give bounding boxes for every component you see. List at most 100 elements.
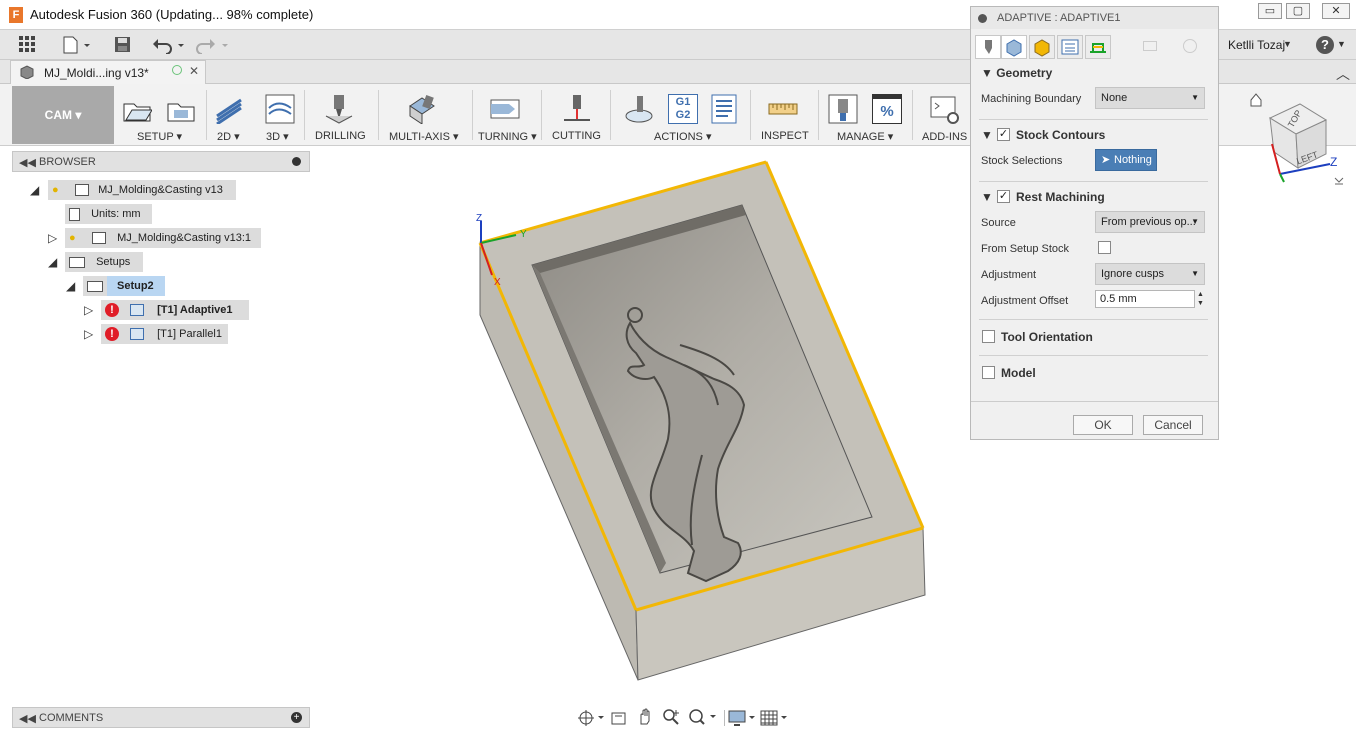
machining-boundary-select[interactable]: None ▼	[1095, 87, 1205, 109]
adjustment-offset-input[interactable]: 0.5 mm	[1095, 290, 1195, 308]
tree-node-operation[interactable]: ! [T1] Adaptive1	[101, 300, 249, 320]
stock-selections-button[interactable]: ➤ Nothing	[1095, 149, 1157, 171]
rest-machining-section-header[interactable]: ▼	[981, 190, 993, 204]
multi-axis-group-label[interactable]: MULTI-AXIS ▾	[389, 130, 459, 143]
user-menu-chevron-icon[interactable]: ▼	[1283, 39, 1292, 49]
multi-axis-icon[interactable]	[406, 94, 436, 124]
user-name[interactable]: Ketlli Tozaj	[1228, 38, 1285, 52]
tool-library-icon[interactable]	[828, 94, 858, 124]
3d-toolpath-icon[interactable]	[265, 94, 295, 124]
templates-icon[interactable]: %	[872, 94, 902, 124]
model-viewport[interactable]: Z Y X	[470, 155, 940, 685]
stock-contours-section-header[interactable]: ▼	[981, 128, 993, 142]
tree-node-units[interactable]: Units: mm	[65, 204, 152, 224]
add-ins-icon[interactable]	[930, 94, 960, 124]
fit-view-icon[interactable]	[688, 708, 718, 726]
drilling-icon[interactable]	[324, 94, 354, 124]
simulate-icon[interactable]	[624, 94, 654, 124]
model-checkbox[interactable]	[982, 366, 995, 379]
tool-orientation-section-header[interactable]: Tool Orientation	[1001, 330, 1093, 344]
tool-orientation-checkbox[interactable]	[982, 330, 995, 343]
orbit-icon[interactable]	[578, 710, 606, 726]
tab-heights-icon[interactable]	[1029, 35, 1055, 59]
model-section-header[interactable]: Model	[1001, 366, 1036, 380]
expand-toggle-icon[interactable]: ◢	[66, 279, 75, 293]
lightbulb-icon[interactable]: ●	[52, 180, 64, 200]
adjustment-select[interactable]: Ignore cusps ▼	[1095, 263, 1205, 285]
geometry-section-header[interactable]: ▼ Geometry	[981, 66, 1052, 80]
2d-toolpath-icon[interactable]	[215, 94, 245, 124]
source-select[interactable]: From previous op... ▼	[1095, 211, 1205, 233]
actions-group-label[interactable]: ACTIONS ▾	[654, 130, 711, 143]
cutting-group-label[interactable]: CUTTING	[552, 130, 601, 142]
rest-machining-checkbox[interactable]: ✓	[997, 190, 1010, 203]
file-menu-icon[interactable]	[62, 36, 92, 54]
apps-grid-icon[interactable]	[19, 36, 37, 54]
browser-options-icon[interactable]	[292, 157, 301, 166]
expand-toggle-icon[interactable]: ▷	[84, 303, 93, 317]
ok-button[interactable]: OK	[1073, 415, 1133, 435]
dialog-options-icon[interactable]	[978, 14, 987, 23]
expand-toggle-icon[interactable]: ▷	[48, 231, 57, 245]
lightbulb-icon[interactable]: ●	[69, 228, 81, 248]
zoom-icon[interactable]	[662, 708, 680, 726]
save-icon[interactable]	[114, 36, 132, 54]
comments-panel-header[interactable]: ◀◀ COMMENTS +	[12, 707, 310, 728]
setup-group-label[interactable]: SETUP ▾	[137, 130, 182, 143]
2d-group-label[interactable]: 2D ▾	[217, 130, 240, 143]
collapse-comments-icon[interactable]: ◀◀	[19, 712, 36, 725]
tree-node-setups[interactable]: Setups	[65, 252, 143, 272]
cancel-button[interactable]: Cancel	[1143, 415, 1203, 435]
home-view-icon[interactable]	[1250, 93, 1262, 107]
post-process-icon[interactable]: G1 G2	[668, 94, 698, 124]
tab-passes-icon[interactable]	[1057, 35, 1083, 59]
setup-folder-icon[interactable]	[166, 94, 196, 124]
pan-hand-icon[interactable]	[636, 708, 654, 726]
3d-group-label[interactable]: 3D ▾	[266, 130, 289, 143]
tab-close-icon[interactable]: ✕	[189, 64, 199, 78]
grid-settings-icon[interactable]	[760, 709, 790, 727]
tree-node-setup2[interactable]: Setup2	[107, 276, 165, 296]
new-setup-icon[interactable]	[122, 94, 152, 124]
maximize-button[interactable]: ▢	[1286, 3, 1310, 19]
expand-toggle-icon[interactable]: ◢	[48, 255, 57, 269]
expand-toggle-icon[interactable]: ▷	[84, 327, 93, 341]
add-comment-icon[interactable]: +	[291, 712, 302, 723]
tree-node-component[interactable]: ● MJ_Molding&Casting v13:1	[65, 228, 261, 248]
close-window-button[interactable]: ✕	[1322, 3, 1350, 19]
help-chevron-icon[interactable]: ▼	[1337, 39, 1346, 49]
tab-geometry-icon[interactable]	[1001, 35, 1027, 59]
from-setup-stock-checkbox[interactable]	[1098, 241, 1111, 254]
undo-icon[interactable]	[152, 36, 186, 54]
offset-spinner-icon[interactable]: ▲ ▼	[1197, 290, 1204, 308]
turning-group-label[interactable]: TURNING ▾	[478, 130, 537, 143]
inspect-group-label[interactable]: INSPECT	[761, 130, 809, 142]
collapse-browser-icon[interactable]: ◀◀	[19, 156, 36, 169]
ribbon-separator	[912, 90, 913, 140]
tab-tool-icon[interactable]	[975, 35, 1001, 59]
tree-node-document[interactable]: ● MJ_Molding&Casting v13	[48, 180, 236, 200]
inspect-measure-icon[interactable]	[768, 94, 798, 124]
tab-linking-icon[interactable]	[1085, 35, 1111, 59]
look-at-icon[interactable]	[610, 710, 628, 726]
document-tab[interactable]: MJ_Moldi...ing v13* ✕	[10, 60, 206, 84]
cutting-icon[interactable]	[562, 94, 592, 124]
view-cube-menu-icon[interactable]	[1334, 177, 1344, 185]
workspace-switcher-button[interactable]: CAM ▾	[12, 86, 114, 144]
sync-status-icon	[172, 65, 182, 75]
setup-sheet-icon[interactable]	[710, 94, 740, 124]
display-settings-icon[interactable]	[728, 709, 758, 727]
drilling-group-label[interactable]: DRILLING	[315, 130, 366, 142]
browser-panel-header[interactable]: ◀◀ BROWSER	[12, 151, 310, 172]
manage-group-label[interactable]: MANAGE ▾	[837, 130, 893, 143]
view-cube[interactable]: TOP LEFT Z	[1246, 88, 1346, 188]
turning-icon[interactable]	[490, 94, 520, 124]
minimize-button[interactable]: ▭	[1258, 3, 1282, 19]
help-icon[interactable]: ?	[1316, 36, 1334, 54]
expand-toggle-icon[interactable]: ◢	[30, 183, 39, 197]
add-ins-group-label[interactable]: ADD-INS ▾	[922, 130, 976, 143]
redo-icon[interactable]	[196, 36, 230, 54]
collapse-ribbon-icon[interactable]: ︿	[1336, 64, 1350, 84]
stock-contours-checkbox[interactable]: ✓	[997, 128, 1010, 141]
tree-node-operation[interactable]: ! [T1] Parallel1	[101, 324, 228, 344]
